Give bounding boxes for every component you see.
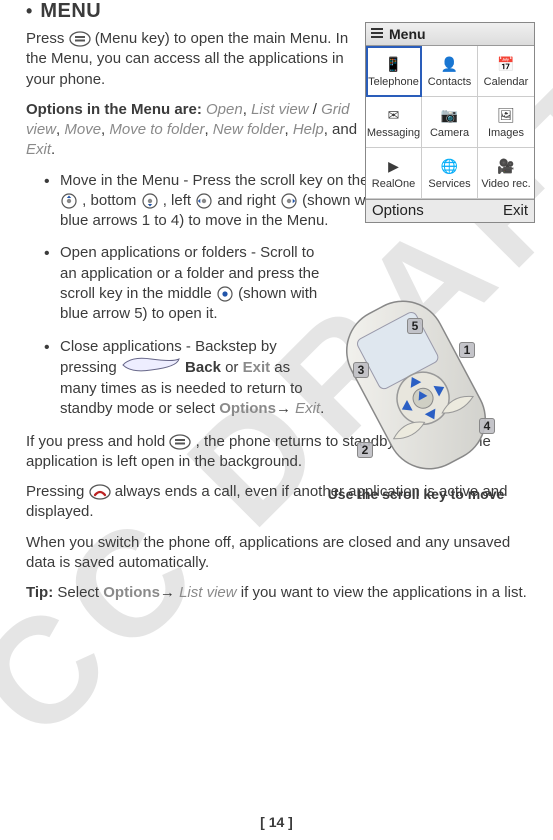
menu-key-icon-2 xyxy=(169,432,191,452)
page-content: • MENU Press (Menu key) to open the main… xyxy=(0,0,553,840)
opt-open: Open xyxy=(206,101,243,118)
menu-screenshot: Menu 📱Telephone 👤Contacts 📅Calendar ✉Mes… xyxy=(365,22,535,223)
softkey-back-icon xyxy=(121,357,181,379)
back-label: Back xyxy=(185,359,221,376)
menu-app-realone[interactable]: ▶RealOne xyxy=(366,148,422,199)
intro-paragraph: Press (Menu key) to open the main Menu. … xyxy=(26,29,366,90)
images-icon: 🖼 xyxy=(494,106,518,126)
intro-text-a: Press xyxy=(26,30,69,47)
softkey-exit[interactable]: Exit xyxy=(503,202,528,219)
messaging-icon: ✉ xyxy=(382,106,406,126)
menu-grid: 📱Telephone 👤Contacts 📅Calendar ✉Messagin… xyxy=(366,46,534,199)
tip-options: Options xyxy=(103,584,160,601)
callout-4: 4 xyxy=(479,418,495,434)
contacts-icon: 👤 xyxy=(438,55,462,75)
page-title: MENU xyxy=(40,0,101,23)
menu-titlebar: Menu xyxy=(366,23,534,46)
video-icon: 🎥 xyxy=(494,157,518,177)
phone-figure: 1 2 3 4 5 Use the scroll key to move xyxy=(301,290,531,502)
bullet-open: Open applications or folders - Scroll to… xyxy=(44,243,330,324)
menu-app-images[interactable]: 🖼Images xyxy=(478,97,534,148)
callout-1: 1 xyxy=(459,342,475,358)
exit-label: Exit xyxy=(243,359,271,376)
opt-move: Move xyxy=(64,121,101,138)
softkey-options[interactable]: Options xyxy=(372,202,424,219)
options-lead: Options in the Menu are: xyxy=(26,101,206,118)
menu-app-messaging[interactable]: ✉Messaging xyxy=(366,97,422,148)
menu-title-text: Menu xyxy=(389,26,426,42)
scroll-left-icon xyxy=(195,191,213,211)
heading-bullet: • xyxy=(26,1,32,22)
menu-burger-icon xyxy=(370,26,384,42)
opt-exit: Exit xyxy=(26,141,51,158)
end-call-key-icon xyxy=(89,482,111,502)
phone-caption: Use the scroll key to move xyxy=(301,486,531,502)
menu-key-icon xyxy=(69,29,91,49)
bullet-move: Move in the Menu - Press the scroll key … xyxy=(44,171,400,232)
opt-help: Help xyxy=(293,121,324,138)
options-label: Options xyxy=(219,400,276,417)
options-paragraph: Options in the Menu are: Open, List view… xyxy=(26,100,366,161)
page-number: [ 14 ] xyxy=(0,814,553,830)
opt-newfolder: New folder xyxy=(213,121,285,138)
phone-icon: 📱 xyxy=(382,55,406,75)
bullet-close: Close applications - Backstep by pressin… xyxy=(44,337,330,420)
callout-2: 2 xyxy=(357,442,373,458)
scroll-center-icon xyxy=(216,284,234,304)
menu-app-telephone[interactable]: 📱Telephone xyxy=(366,46,422,97)
camera-icon: 📷 xyxy=(438,106,462,126)
menu-app-calendar[interactable]: 📅Calendar xyxy=(478,46,534,97)
menu-softkeys: Options Exit xyxy=(366,199,534,222)
menu-app-services[interactable]: 🌐Services xyxy=(422,148,478,199)
callout-3: 3 xyxy=(353,362,369,378)
scroll-down-icon xyxy=(141,191,159,211)
tip-listview: List view xyxy=(179,584,237,601)
opt-listview: List view xyxy=(251,101,309,118)
realone-icon: ▶ xyxy=(382,157,406,177)
menu-app-camera[interactable]: 📷Camera xyxy=(422,97,478,148)
callout-5: 5 xyxy=(407,318,423,334)
tip-label: Tip: xyxy=(26,584,57,601)
power-off-paragraph: When you switch the phone off, applicati… xyxy=(26,533,531,574)
menu-app-contacts[interactable]: 👤Contacts xyxy=(422,46,478,97)
scroll-right-icon xyxy=(280,191,298,211)
calendar-icon: 📅 xyxy=(494,55,518,75)
scroll-up-icon xyxy=(60,191,78,211)
opt-movetofolder: Move to folder xyxy=(109,121,204,138)
menu-app-videorec[interactable]: 🎥Video rec. xyxy=(478,148,534,199)
heading-row: • MENU xyxy=(26,0,531,23)
services-icon: 🌐 xyxy=(438,157,462,177)
tip-paragraph: Tip: Select Options→ List view if you wa… xyxy=(26,583,531,603)
